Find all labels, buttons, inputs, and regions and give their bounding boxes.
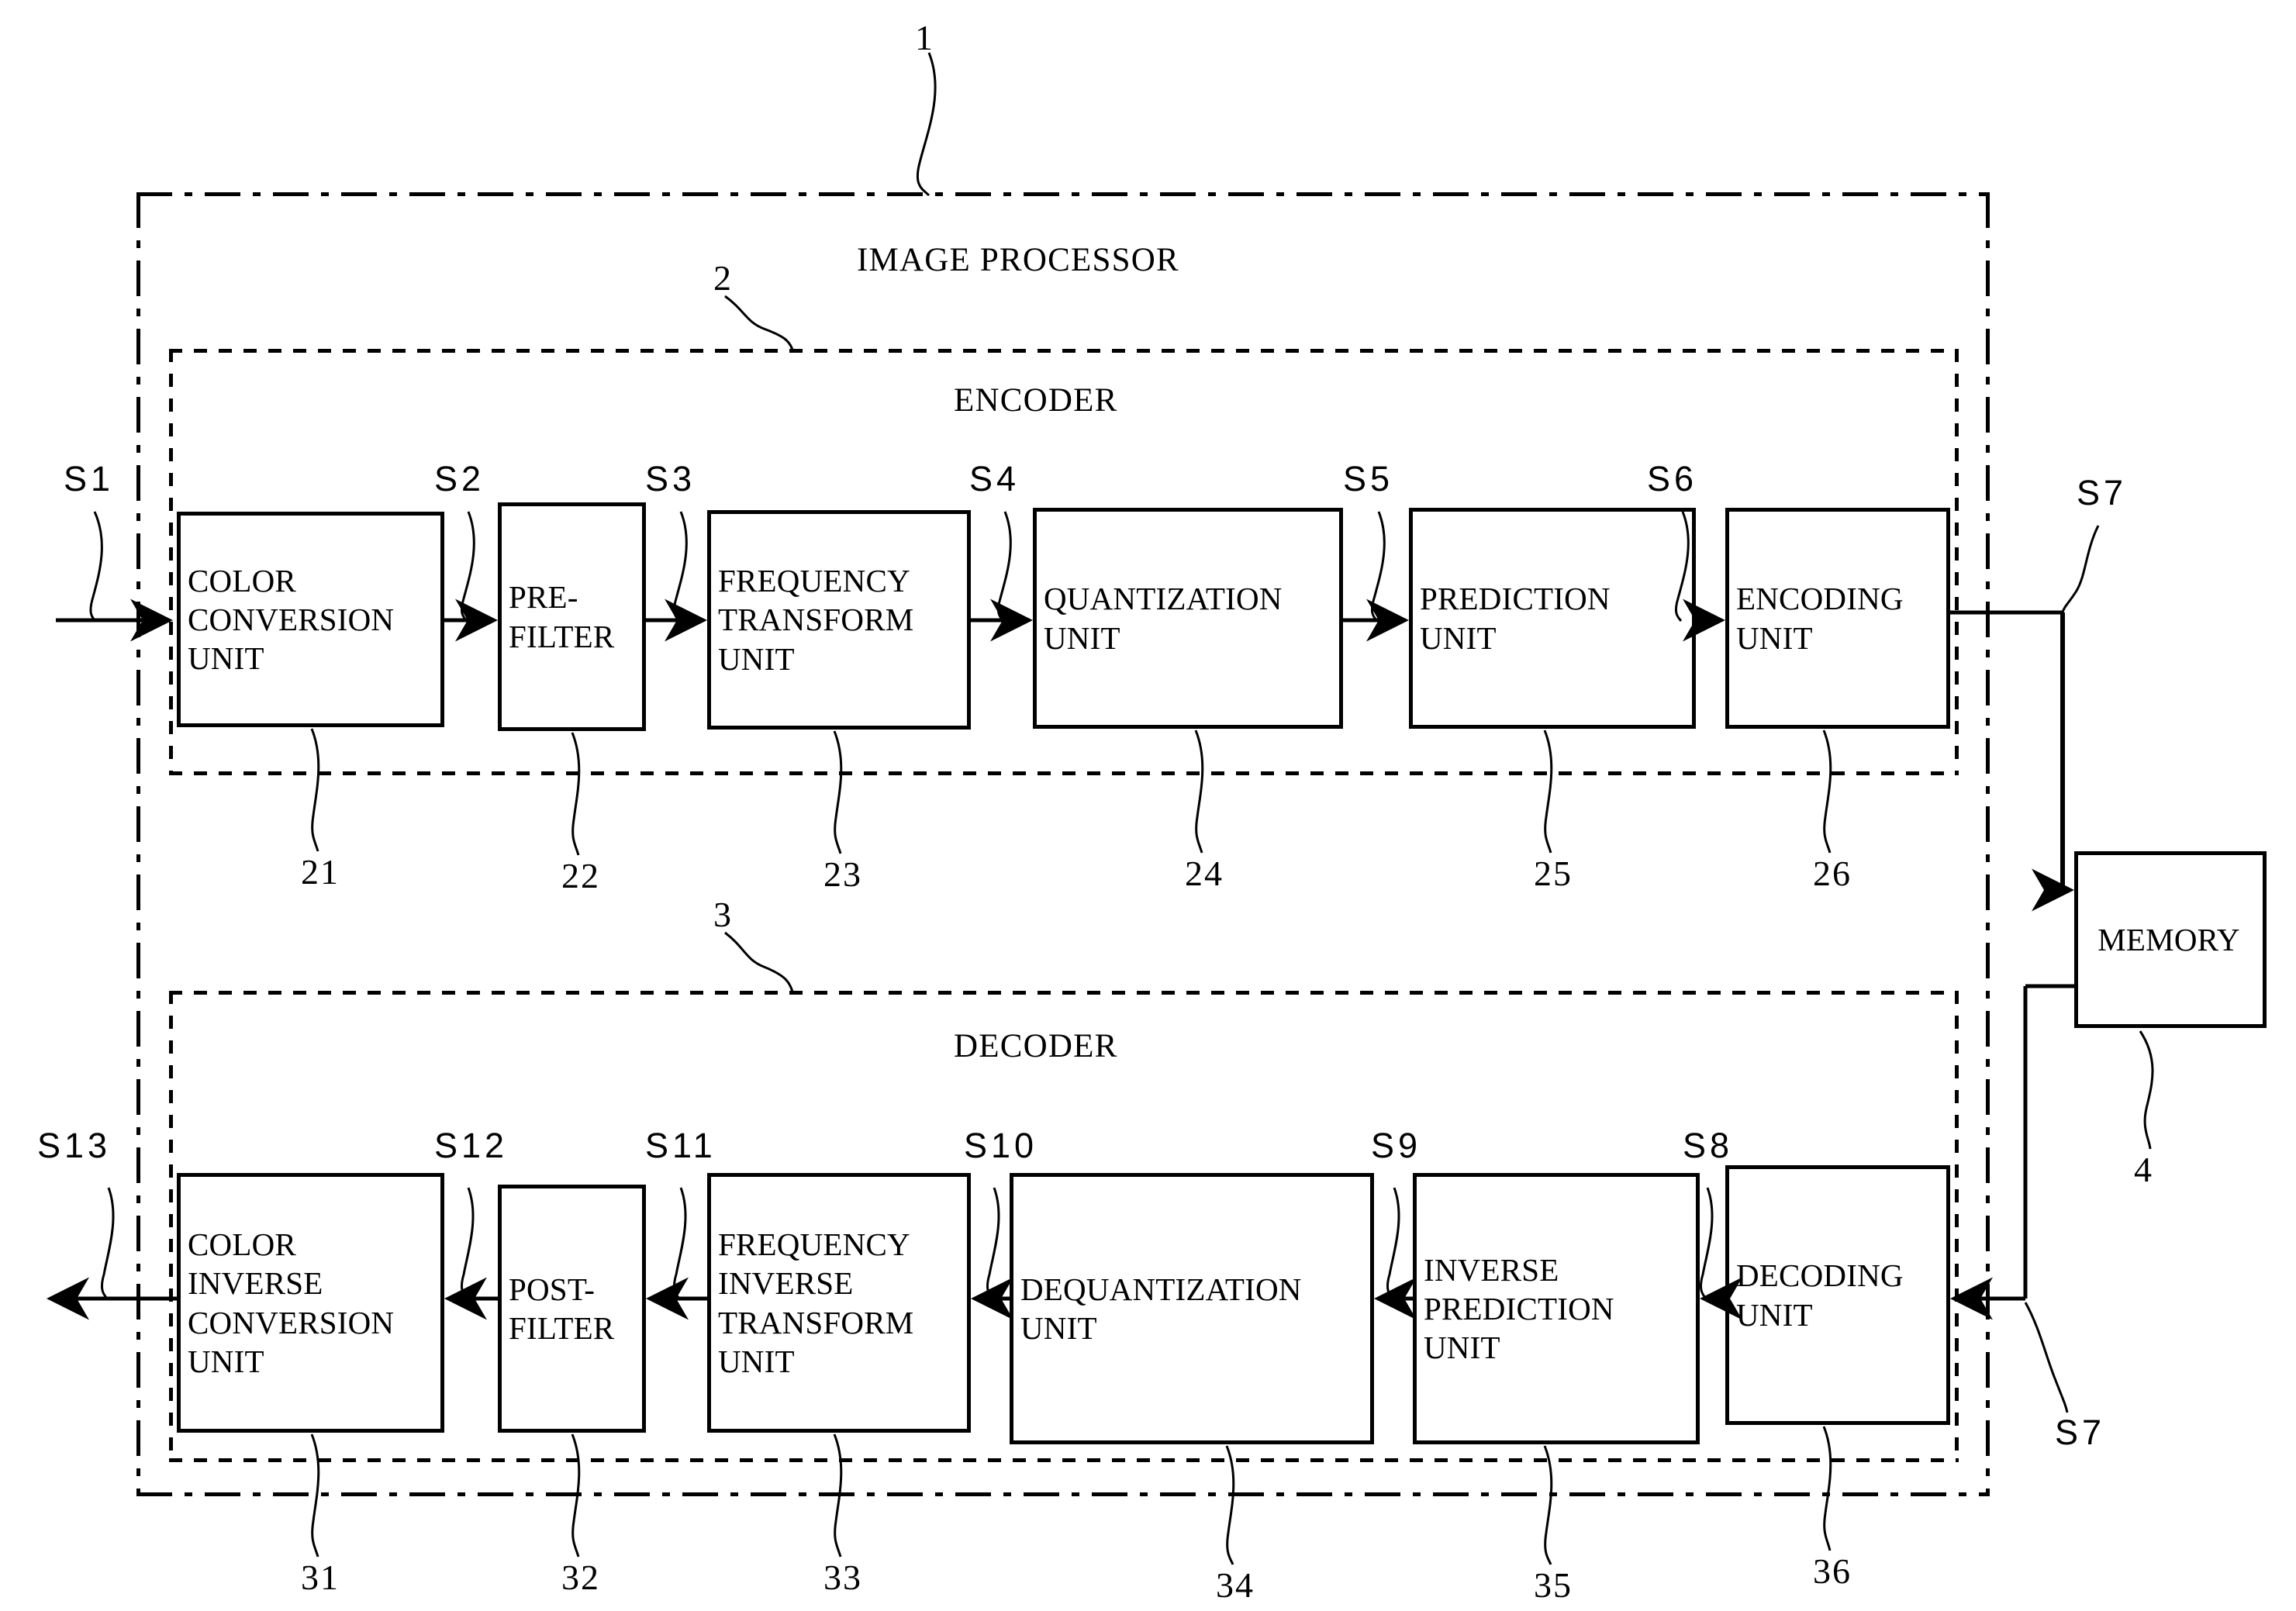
reference-numeral-26: 26 — [1813, 854, 1852, 893]
processor-boundary-left — [136, 192, 140, 1496]
signal-label-s5: S5 — [1343, 459, 1394, 498]
reference-numeral-23: 23 — [823, 854, 862, 894]
encoder-block-label: COLOR CONVERSION UNIT — [188, 562, 395, 676]
signal-label-s11: S11 — [645, 1126, 716, 1165]
signal-label-s2: S2 — [434, 459, 485, 498]
signal-label-s6: S6 — [1647, 459, 1698, 498]
decoder-block-label: COLOR INVERSE CONVERSION UNIT — [188, 1226, 395, 1379]
reference-numeral-31: 31 — [301, 1558, 340, 1597]
reference-numeral-processor: 1 — [915, 18, 934, 57]
decoder-boundary-top — [169, 991, 1959, 995]
signal-label-s7-encoder-out: S7 — [2077, 473, 2128, 512]
processor-title: IMAGE PROCESSOR — [857, 242, 1179, 278]
decoder-block-label: POST- FILTER — [509, 1271, 615, 1346]
encoder-block-quantization-unit[interactable]: QUANTIZATION UNIT — [1033, 508, 1343, 729]
reference-numeral-memory: 4 — [2134, 1150, 2153, 1189]
encoder-caption: ENCODER — [954, 382, 1118, 419]
processor-boundary-bottom — [136, 1492, 1990, 1496]
decoder-block-frequency-inverse-transform-unit[interactable]: FREQUENCY INVERSE TRANSFORM UNIT — [707, 1173, 971, 1433]
decoder-block-decoding-unit[interactable]: DECODING UNIT — [1725, 1165, 1950, 1425]
signal-label-s7-decoder-in: S7 — [2055, 1413, 2106, 1452]
reference-numeral-33: 33 — [823, 1558, 862, 1597]
memory-label: MEMORY — [2097, 921, 2240, 957]
signal-label-s10: S10 — [964, 1126, 1038, 1165]
processor-boundary-top — [136, 192, 1990, 196]
signal-label-s9: S9 — [1371, 1126, 1422, 1165]
signal-label-s1: S1 — [64, 459, 115, 498]
decoder-block-inverse-prediction-unit[interactable]: INVERSE PREDICTION UNIT — [1413, 1173, 1700, 1444]
encoder-block-encoding-unit[interactable]: ENCODING UNIT — [1725, 508, 1950, 729]
reference-numeral-35: 35 — [1534, 1565, 1573, 1605]
reference-numeral-24: 24 — [1185, 854, 1224, 893]
encoder-boundary-left — [169, 349, 173, 775]
decoder-block-color-inverse-conversion-unit[interactable]: COLOR INVERSE CONVERSION UNIT — [177, 1173, 444, 1433]
decoder-block-label: DEQUANTIZATION UNIT — [1020, 1271, 1302, 1346]
memory-block[interactable]: MEMORY — [2074, 851, 2267, 1028]
decoder-boundary-right — [1955, 991, 1959, 1462]
encoder-block-pre-filter[interactable]: PRE- FILTER — [498, 502, 646, 731]
patent-figure-canvas: IMAGE PROCESSOR ENCODER DECODER COLOR CO… — [0, 0, 2296, 1611]
decoder-caption: DECODER — [954, 1028, 1118, 1064]
encoder-block-label: QUANTIZATION UNIT — [1044, 581, 1283, 656]
decoder-block-post-filter[interactable]: POST- FILTER — [498, 1185, 646, 1433]
encoder-boundary-top — [169, 349, 1959, 353]
signal-label-s8: S8 — [1683, 1126, 1734, 1165]
encoder-block-label: PRE- FILTER — [509, 579, 615, 654]
reference-numeral-21: 21 — [301, 852, 340, 892]
reference-numeral-36: 36 — [1813, 1551, 1852, 1591]
encoder-boundary-bottom — [169, 771, 1959, 775]
reference-numeral-34: 34 — [1216, 1565, 1255, 1605]
encoder-block-prediction-unit[interactable]: PREDICTION UNIT — [1409, 508, 1696, 729]
reference-numeral-32: 32 — [561, 1558, 600, 1597]
decoder-boundary-bottom — [169, 1458, 1959, 1462]
decoder-block-label: INVERSE PREDICTION UNIT — [1424, 1251, 1614, 1365]
decoder-block-label: DECODING UNIT — [1736, 1257, 1904, 1333]
decoder-block-dequantization-unit[interactable]: DEQUANTIZATION UNIT — [1010, 1173, 1374, 1444]
reference-numeral-22: 22 — [561, 856, 600, 895]
reference-numeral-decoder: 3 — [713, 895, 733, 934]
processor-boundary-right — [1986, 192, 1990, 1496]
signal-label-s4: S4 — [969, 459, 1020, 498]
encoder-block-frequency-transform-unit[interactable]: FREQUENCY TRANSFORM UNIT — [707, 510, 971, 730]
encoder-block-label: ENCODING UNIT — [1736, 581, 1904, 656]
encoder-block-label: FREQUENCY TRANSFORM UNIT — [718, 563, 914, 677]
signal-label-s13: S13 — [37, 1126, 112, 1165]
decoder-block-label: FREQUENCY INVERSE TRANSFORM UNIT — [718, 1226, 914, 1379]
reference-numeral-encoder: 2 — [713, 258, 733, 298]
reference-numeral-25: 25 — [1534, 854, 1573, 893]
encoder-block-color-conversion-unit[interactable]: COLOR CONVERSION UNIT — [177, 512, 444, 727]
encoder-block-label: PREDICTION UNIT — [1420, 581, 1611, 656]
signal-label-s3: S3 — [645, 459, 696, 498]
decoder-boundary-left — [169, 991, 173, 1462]
signal-label-s12: S12 — [434, 1126, 509, 1165]
encoder-boundary-right — [1955, 349, 1959, 775]
